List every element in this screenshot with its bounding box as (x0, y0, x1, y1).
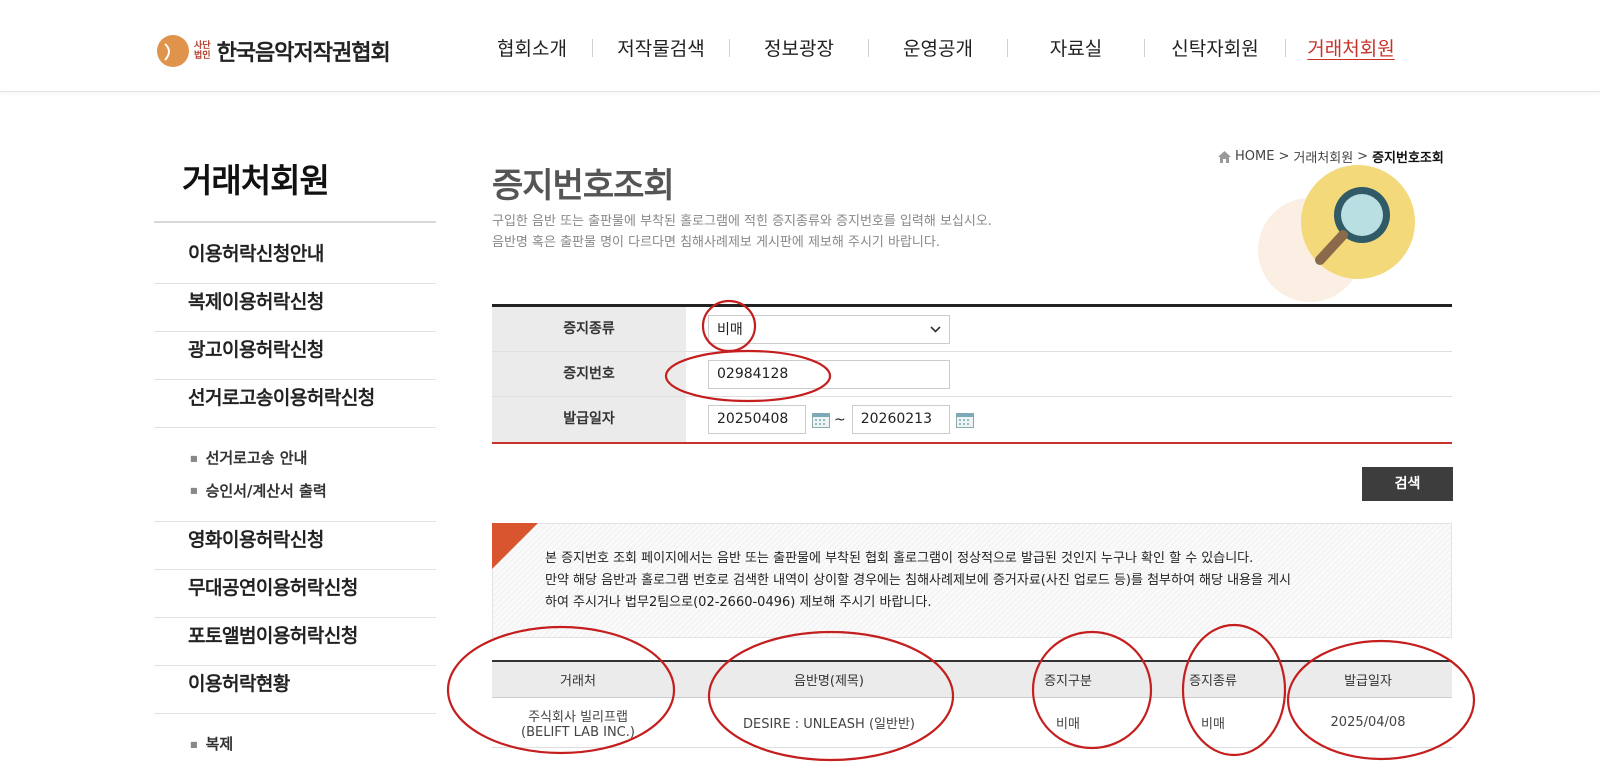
type-label: 증지종류 (492, 307, 686, 351)
nav-archive[interactable]: 자료실 (1014, 34, 1138, 61)
number-input[interactable]: 02984128 (708, 359, 950, 389)
sidebar-item-photo-album[interactable]: 포토앨범이용허락신청 (154, 618, 436, 666)
nav-divider (868, 38, 869, 57)
results-table: 거래처 음반명(제목) 증지구분 증지종류 발급일자 주식회사 빌리프랩 (BE… (492, 660, 1452, 748)
sidebar-item-stage[interactable]: 무대공연이용허락신청 (154, 570, 436, 618)
logo-org-type: 사단 법인 (194, 41, 211, 61)
table-row: 주식회사 빌리프랩 (BELIFT LAB INC.) DESIRE : UNL… (492, 698, 1452, 748)
nav-divider (1144, 38, 1145, 57)
date-from-input[interactable]: 20250408 (708, 405, 806, 434)
type-select[interactable]: 비매 (708, 314, 950, 344)
site-header: 사단 법인 한국음악저작권협회 협회소개 저작물검색 정보광장 운영공개 자료실… (0, 0, 1600, 92)
sidebar-subitem-reproduction[interactable]: 복제 (190, 728, 436, 761)
calendar-icon[interactable] (812, 412, 830, 428)
nav-client-member[interactable]: 거래처회원 (1292, 34, 1410, 61)
col-header-album: 음반명(제목) (794, 674, 864, 689)
col-header-date: 발급일자 (1344, 674, 1392, 689)
notice-corner-decoration (492, 523, 538, 569)
sidebar-title: 거래처회원 (182, 161, 330, 200)
type-select-value: 비매 (717, 322, 743, 338)
notice-box: 본 증지번호 조회 페이지에서는 음반 또는 출판물에 부착된 협회 홀로그램이… (492, 523, 1452, 638)
sidebar-item-advertising[interactable]: 광고이용허락신청 (154, 332, 436, 380)
page-description: 구입한 음반 또는 출판물에 부착된 홀로그램에 적힌 증지종류와 증지번호를 … (492, 214, 992, 250)
results-header-row: 거래처 음반명(제목) 증지구분 증지종류 발급일자 (492, 662, 1452, 698)
col-header-type: 증지종류 (1189, 674, 1237, 689)
nav-trust-member[interactable]: 신탁자회원 (1151, 34, 1279, 61)
nav-work-search[interactable]: 저작물검색 (599, 34, 723, 61)
date-separator: ~ (834, 411, 846, 428)
sidebar-subitem-certificate-print[interactable]: 승인서/계산서 출력 (190, 475, 436, 508)
cell-client: 주식회사 빌리프랩 (BELIFT LAB INC.) (521, 709, 635, 740)
page-title: 증지번호조회 (492, 166, 675, 206)
notice-text: 본 증지번호 조회 페이지에서는 음반 또는 출판물에 부착된 협회 홀로그램이… (545, 551, 1292, 610)
nav-divider (729, 38, 730, 57)
sidebar-item-license-status[interactable]: 이용허락현황 (154, 666, 436, 714)
site-logo[interactable]: 사단 법인 한국음악저작권협회 (156, 32, 391, 70)
cell-date: 2025/04/08 (1330, 715, 1406, 730)
col-header-client: 거래처 (560, 674, 596, 689)
sidebar-item-movie[interactable]: 영화이용허락신청 (154, 522, 436, 570)
logo-text: 한국음악저작권협회 (216, 41, 391, 66)
sidebar-item-election-song[interactable]: 선거로고송이용허락신청 (154, 380, 436, 428)
nav-divider (1007, 38, 1008, 57)
sidebar-item-license-guide[interactable]: 이용허락신청안내 (154, 236, 436, 284)
nav-divider (1285, 38, 1286, 57)
search-form: 증지종류 비매 증지번호 02984128 발급일자 20250408 ~ 20… (492, 304, 1452, 444)
sidebar-submenu: 복제 (154, 714, 436, 769)
home-icon (1218, 150, 1231, 163)
logo-emblem-icon (157, 35, 189, 67)
sidebar-subitem-election-guide[interactable]: 선거로고송 안내 (190, 442, 436, 475)
calendar-icon[interactable] (955, 412, 974, 428)
sidebar-menu: 이용허락신청안내 복제이용허락신청 광고이용허락신청 선거로고송이용허락신청 선… (154, 236, 436, 769)
nav-info-plaza[interactable]: 정보광장 (736, 34, 862, 61)
number-label: 증지번호 (492, 352, 686, 396)
sidebar-divider (154, 221, 436, 223)
form-row-type: 증지종류 비매 (492, 307, 1452, 352)
sidebar-submenu: 선거로고송 안내 승인서/계산서 출력 (154, 428, 436, 522)
magnifier-illustration-icon (1258, 165, 1415, 302)
nav-disclosure[interactable]: 운영공개 (875, 34, 1001, 61)
date-label: 발급일자 (492, 397, 686, 442)
cell-type: 비매 (1201, 717, 1225, 732)
form-row-number: 증지번호 02984128 (492, 352, 1452, 397)
nav-divider (592, 38, 593, 57)
chevron-down-icon (930, 325, 941, 333)
form-row-date: 발급일자 20250408 ~ 20260213 (492, 397, 1452, 442)
date-to-input[interactable]: 20260213 (851, 405, 950, 434)
cell-album: DESIRE : UNLEASH (일반반) (743, 717, 915, 732)
col-header-category: 증지구분 (1044, 674, 1092, 689)
nav-about[interactable]: 협회소개 (478, 34, 586, 61)
cell-category: 비매 (1056, 717, 1080, 732)
sidebar-item-reproduction[interactable]: 복제이용허락신청 (154, 284, 436, 332)
search-button[interactable]: 검색 (1362, 467, 1453, 501)
main-nav: 협회소개 저작물검색 정보광장 운영공개 자료실 신탁자회원 거래처회원 (478, 34, 1410, 61)
